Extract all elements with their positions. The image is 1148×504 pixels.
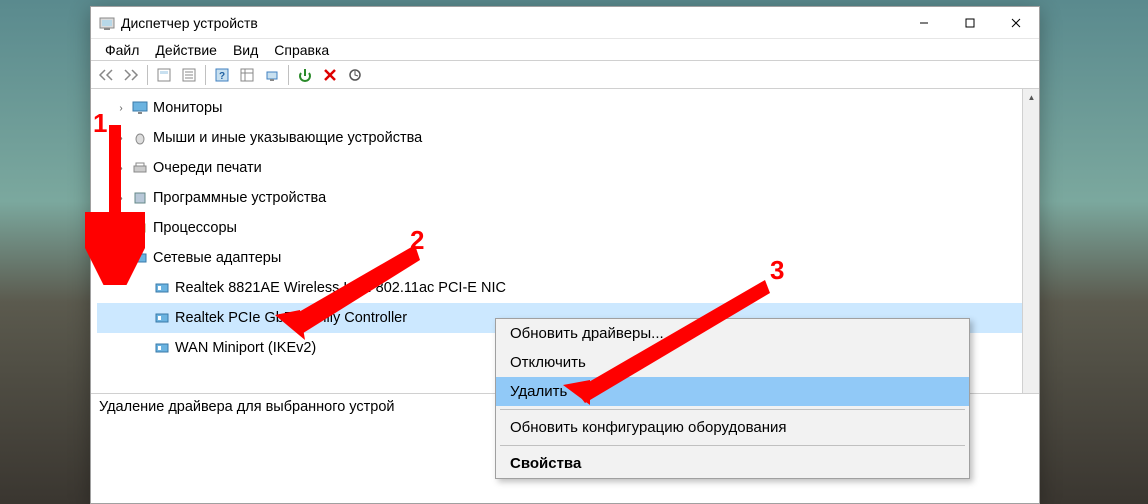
menu-action[interactable]: Действие [147, 40, 225, 60]
tree-label: Мониторы [153, 100, 222, 116]
network-icon [153, 310, 171, 326]
tree-item-print-queues[interactable]: › Очереди печати [97, 153, 1039, 183]
vertical-scrollbar[interactable]: ▲ [1022, 89, 1039, 393]
toolbar: ? [91, 61, 1039, 89]
show-hide-button[interactable] [153, 64, 175, 86]
chevron-right-icon: › [115, 223, 127, 234]
menu-view[interactable]: Вид [225, 40, 266, 60]
properties-button[interactable] [178, 64, 200, 86]
menu-help[interactable]: Справка [266, 40, 337, 60]
app-icon [99, 15, 115, 31]
uninstall-button[interactable] [319, 64, 341, 86]
scan-button[interactable] [344, 64, 366, 86]
forward-button[interactable] [120, 64, 142, 86]
tree-item-software-devices[interactable]: › Программные устройства [97, 183, 1039, 213]
svg-text:?: ? [219, 71, 225, 82]
mouse-icon [131, 130, 149, 146]
maximize-button[interactable] [947, 8, 993, 38]
chevron-right-icon: › [115, 193, 127, 204]
tree-label: WAN Miniport (IKEv2) [175, 340, 316, 356]
printer-icon [131, 160, 149, 176]
update-driver-button[interactable] [261, 64, 283, 86]
chevron-down-icon: ⌄ [115, 253, 127, 264]
cpu-icon [131, 220, 149, 236]
tree-label: Программные устройства [153, 190, 326, 206]
separator [500, 445, 965, 446]
tree-label: Очереди печати [153, 160, 262, 176]
list-button[interactable] [236, 64, 258, 86]
tree-label: Сетевые адаптеры [153, 250, 281, 266]
separator [288, 65, 289, 85]
close-button[interactable] [993, 8, 1039, 38]
ctx-update-drivers[interactable]: Обновить драйверы... [496, 319, 969, 348]
network-icon [153, 340, 171, 356]
ctx-disable[interactable]: Отключить [496, 348, 969, 377]
tree-item-network-adapters[interactable]: ⌄ Сетевые адаптеры [97, 243, 1039, 273]
enable-button[interactable] [294, 64, 316, 86]
back-button[interactable] [95, 64, 117, 86]
scroll-up-icon[interactable]: ▲ [1023, 89, 1039, 106]
tree-label: Процессоры [153, 220, 237, 236]
tree-item-processors[interactable]: › Процессоры [97, 213, 1039, 243]
menu-file[interactable]: Файл [97, 40, 147, 60]
network-icon [153, 280, 171, 296]
chevron-right-icon: › [115, 103, 127, 114]
chevron-right-icon: › [115, 133, 127, 144]
minimize-button[interactable] [901, 8, 947, 38]
ctx-properties[interactable]: Свойства [496, 449, 969, 478]
tree-label: Realtek 8821AE Wireless LAN 802.11ac PCI… [175, 280, 506, 296]
tree-item-adapter-wifi[interactable]: Realtek 8821AE Wireless LAN 802.11ac PCI… [97, 273, 1039, 303]
help-button[interactable]: ? [211, 64, 233, 86]
context-menu: Обновить драйверы... Отключить Удалить О… [495, 318, 970, 479]
network-icon [131, 250, 149, 266]
window-controls [901, 8, 1039, 38]
tree-label: Realtek PCIe GbE Family Controller [175, 310, 407, 326]
separator [500, 409, 965, 410]
tree-item-mice[interactable]: › Мыши и иные указывающие устройства [97, 123, 1039, 153]
status-text: Удаление драйвера для выбранного устрой [99, 399, 395, 415]
monitor-icon [131, 100, 149, 116]
ctx-uninstall[interactable]: Удалить [496, 377, 969, 406]
titlebar[interactable]: Диспетчер устройств [91, 7, 1039, 39]
ctx-scan-hardware[interactable]: Обновить конфигурацию оборудования [496, 413, 969, 442]
tree-label: Мыши и иные указывающие устройства [153, 130, 422, 146]
separator [205, 65, 206, 85]
chevron-right-icon: › [115, 163, 127, 174]
tree-item-monitors[interactable]: › Мониторы [97, 93, 1039, 123]
menubar: Файл Действие Вид Справка [91, 39, 1039, 61]
separator [147, 65, 148, 85]
window-title: Диспетчер устройств [121, 15, 901, 31]
software-device-icon [131, 190, 149, 206]
